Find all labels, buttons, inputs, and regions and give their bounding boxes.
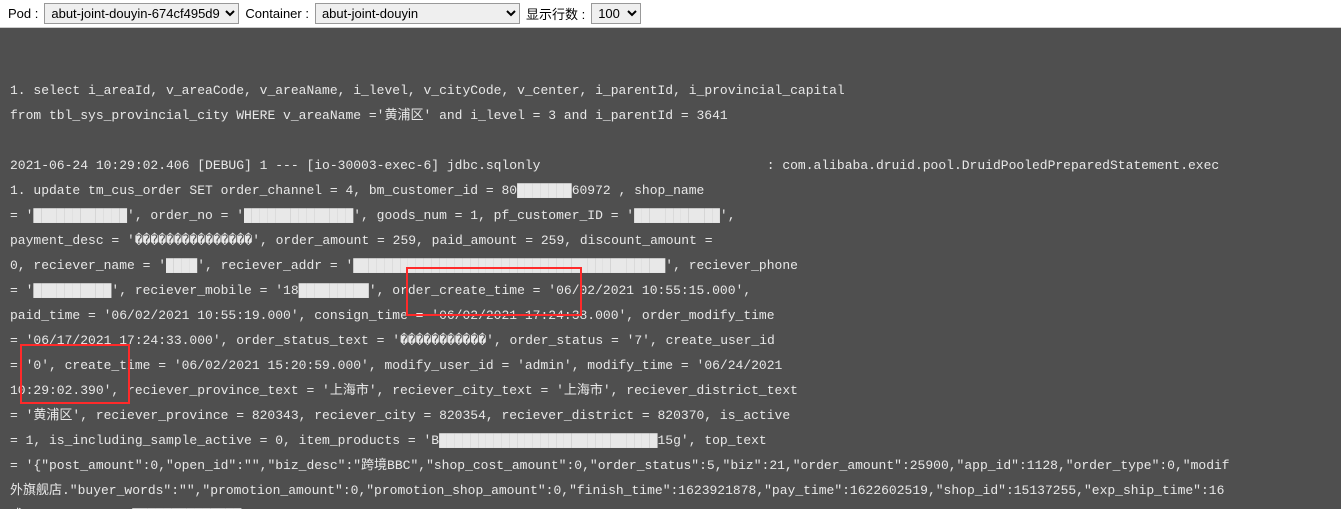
rows-label: 显示行数 : [526,4,585,23]
container-label: Container : [245,6,309,21]
pod-select[interactable]: abut-joint-douyin-674cf495d9- [44,3,239,24]
rows-select[interactable]: 100 [591,3,641,24]
pod-label: Pod : [8,6,38,21]
log-text: 1. select i_areaId, v_areaCode, v_areaNa… [10,78,1331,509]
toolbar: Pod : abut-joint-douyin-674cf495d9- Cont… [0,0,1341,28]
container-select[interactable]: abut-joint-douyin [315,3,520,24]
log-viewer[interactable]: 1. select i_areaId, v_areaCode, v_areaNa… [0,28,1341,509]
